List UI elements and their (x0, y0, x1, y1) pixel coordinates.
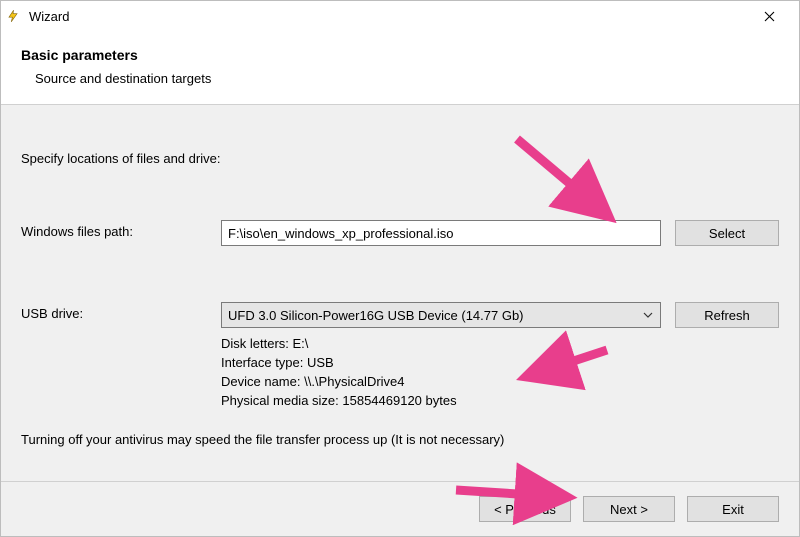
close-icon (764, 11, 775, 22)
page-subtitle: Source and destination targets (35, 71, 779, 86)
antivirus-note: Turning off your antivirus may speed the… (21, 432, 779, 447)
wizard-footer: < Previous Next > Exit (1, 482, 799, 536)
media-size-info: Physical media size: 15854469120 bytes (221, 393, 661, 408)
previous-button[interactable]: < Previous (479, 496, 571, 522)
wizard-header: Basic parameters Source and destination … (1, 31, 799, 105)
select-button[interactable]: Select (675, 220, 779, 246)
exit-button[interactable]: Exit (687, 496, 779, 522)
usb-drive-value: UFD 3.0 Silicon-Power16G USB Device (14.… (228, 308, 642, 323)
app-icon (5, 8, 21, 24)
chevron-down-icon (642, 309, 654, 321)
usb-drive-row: USB drive: UFD 3.0 Silicon-Power16G USB … (21, 302, 779, 410)
page-title: Basic parameters (21, 47, 779, 63)
window-frame: Wizard Basic parameters Source and desti… (0, 0, 800, 537)
wizard-content: Specify locations of files and drive: Wi… (1, 105, 799, 482)
window-title: Wizard (29, 9, 747, 24)
refresh-button[interactable]: Refresh (675, 302, 779, 328)
disk-letters-info: Disk letters: E:\ (221, 336, 661, 351)
files-path-row: Windows files path: Select (21, 220, 779, 246)
files-path-label: Windows files path: (21, 220, 221, 239)
close-button[interactable] (747, 2, 791, 30)
usb-drive-select[interactable]: UFD 3.0 Silicon-Power16G USB Device (14.… (221, 302, 661, 328)
files-path-input[interactable] (221, 220, 661, 246)
device-name-info: Device name: \\.\PhysicalDrive4 (221, 374, 661, 389)
next-button[interactable]: Next > (583, 496, 675, 522)
interface-type-info: Interface type: USB (221, 355, 661, 370)
titlebar: Wizard (1, 1, 799, 31)
usb-drive-label: USB drive: (21, 302, 221, 321)
instruction-text: Specify locations of files and drive: (21, 151, 779, 166)
